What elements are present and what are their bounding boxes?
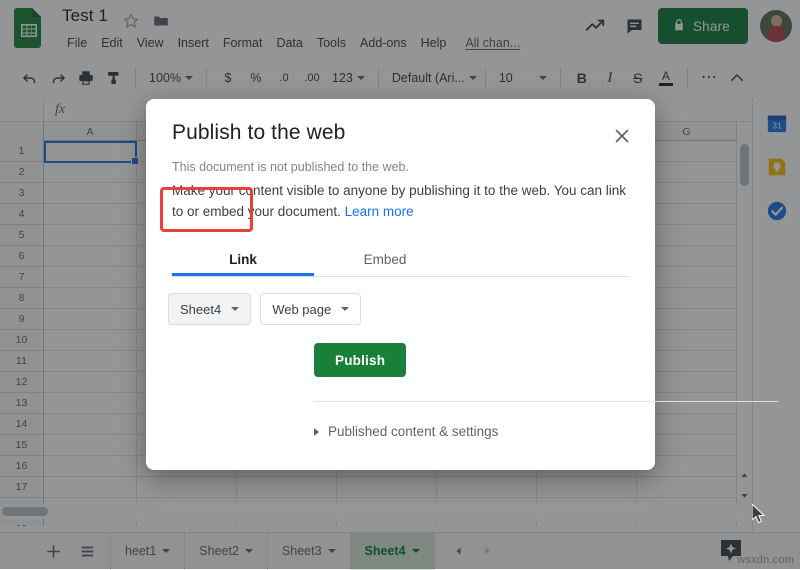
dialog-description: Make your content visible to anyone by p…: [172, 180, 632, 222]
chevron-down-icon: [231, 307, 239, 311]
dialog-tabs: Link Embed: [172, 245, 629, 277]
expander-label: Published content & settings: [328, 424, 498, 439]
publish-button[interactable]: Publish: [314, 343, 406, 377]
dialog-divider: [314, 401, 778, 402]
tab-embed[interactable]: Embed: [314, 245, 456, 276]
chevron-down-icon: [341, 307, 349, 311]
publish-selectors: Sheet4 Web page: [168, 293, 361, 325]
dialog-title: Publish to the web: [172, 121, 345, 145]
publish-status-text: This document is not published to the we…: [172, 160, 409, 174]
sheet-select-value: Sheet4: [180, 302, 221, 317]
close-icon[interactable]: [611, 125, 633, 147]
format-select[interactable]: Web page: [260, 293, 361, 325]
learn-more-link[interactable]: Learn more: [345, 204, 414, 219]
sheet-select[interactable]: Sheet4: [168, 293, 251, 325]
publish-to-web-dialog: Publish to the web This document is not …: [146, 99, 655, 470]
format-select-value: Web page: [272, 302, 331, 317]
chevron-right-icon: [314, 428, 319, 436]
tab-link[interactable]: Link: [172, 245, 314, 276]
published-content-settings-expander[interactable]: Published content & settings: [314, 424, 498, 439]
